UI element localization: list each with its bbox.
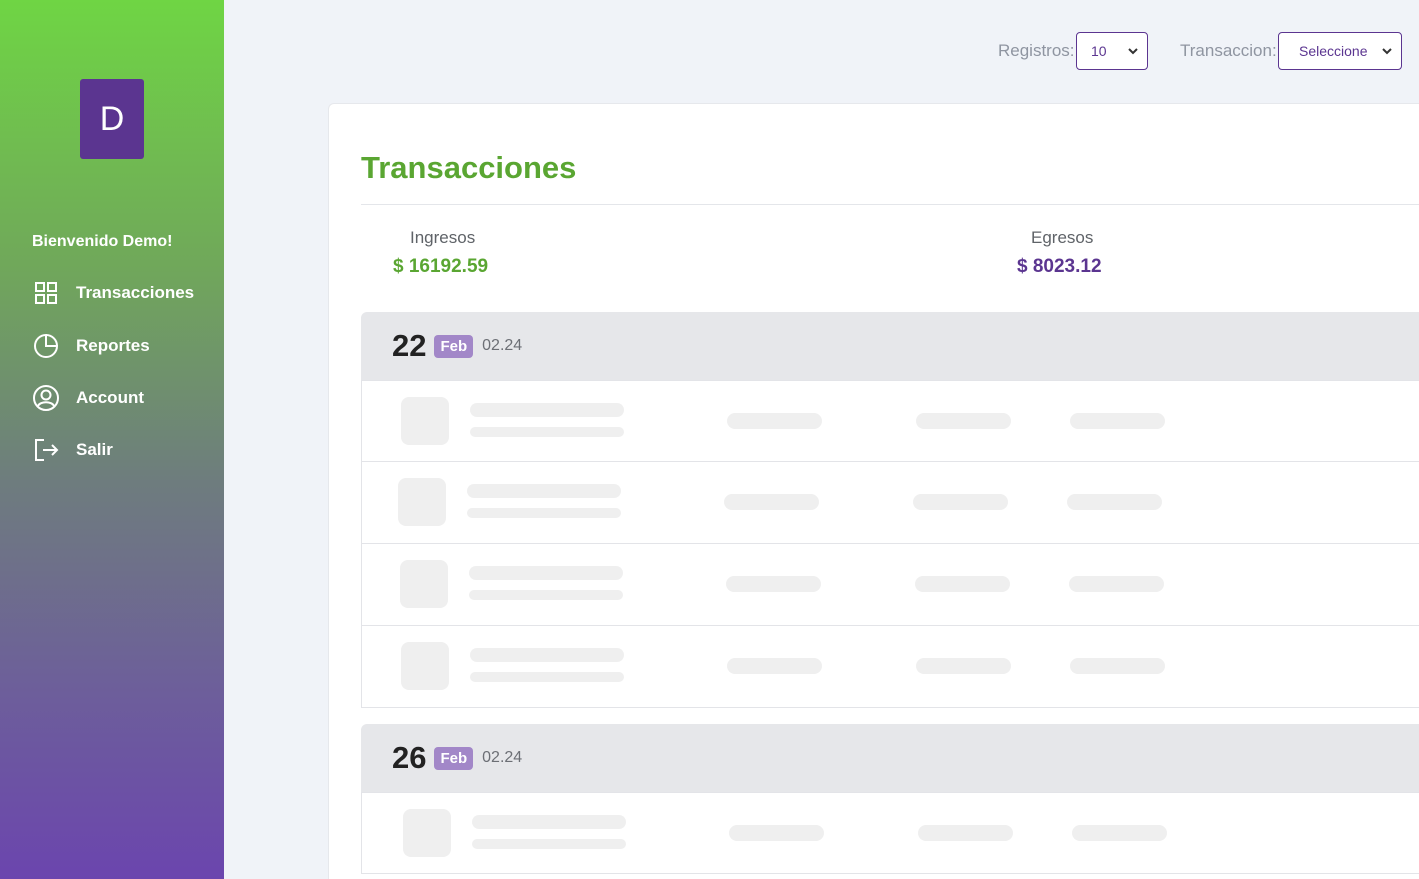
egresos-value: $ 8023.12 <box>1017 256 1102 277</box>
registros-value: 10 <box>1091 43 1107 59</box>
skeleton-pill <box>1070 413 1165 429</box>
nav-item-account[interactable]: Account <box>32 384 144 412</box>
registros-label: Registros: <box>998 41 1075 60</box>
skeleton-line <box>467 508 621 518</box>
skeleton-pill <box>913 494 1008 510</box>
transaction-row-loading <box>361 462 1419 544</box>
date-group-header: 22 Feb 02.24 <box>361 312 1419 380</box>
user-avatar-logo[interactable]: D <box>80 79 144 159</box>
registros-select[interactable]: 10 <box>1076 32 1148 70</box>
skeleton-pill <box>1067 494 1162 510</box>
skeleton-line <box>470 427 624 437</box>
date-day: 22 <box>392 328 427 363</box>
transaction-row-loading <box>361 380 1419 462</box>
pie-chart-icon <box>32 332 60 360</box>
date-year: 02.24 <box>482 337 523 354</box>
skeleton-pill <box>727 413 822 429</box>
grid-icon <box>32 279 60 307</box>
nav-item-reportes[interactable]: Reportes <box>32 332 150 360</box>
skeleton-line <box>470 648 624 662</box>
transaccion-label: Transaccion: <box>1180 41 1277 60</box>
skeleton-icon <box>398 478 446 526</box>
ingresos-value: $ 16192.59 <box>393 256 489 277</box>
transaction-row-loading <box>361 792 1419 874</box>
skeleton-pill <box>918 825 1013 841</box>
skeleton-pill <box>915 576 1010 592</box>
month-badge: Feb <box>434 746 474 770</box>
transaccion-select[interactable]: Seleccione <box>1278 32 1402 70</box>
user-circle-icon <box>32 384 60 412</box>
skeleton-line <box>472 839 626 849</box>
date-year: 02.24 <box>482 749 523 766</box>
transaction-row-loading <box>361 544 1419 626</box>
skeleton-pill <box>724 494 819 510</box>
chevron-down-icon <box>1382 48 1392 55</box>
skeleton-icon <box>401 642 449 690</box>
skeleton-line <box>467 484 621 498</box>
skeleton-line <box>470 403 624 417</box>
divider <box>361 204 1419 205</box>
skeleton-line <box>469 590 623 600</box>
month-badge: Feb <box>434 334 474 358</box>
skeleton-pill <box>1072 825 1167 841</box>
date-day: 26 <box>392 740 427 775</box>
transaccion-value: Seleccione <box>1299 43 1368 59</box>
welcome-text: Bienvenido Demo! <box>32 233 173 250</box>
egresos-label: Egresos <box>1031 228 1094 247</box>
nav-item-label: Transacciones <box>76 283 195 302</box>
skeleton-pill <box>729 825 824 841</box>
skeleton-pill <box>1070 658 1165 674</box>
nav-item-salir[interactable]: Salir <box>32 436 113 464</box>
skeleton-icon <box>400 560 448 608</box>
nav-item-label: Reportes <box>76 336 150 355</box>
transaction-row-loading <box>361 626 1419 708</box>
nav-item-label: Salir <box>76 440 113 459</box>
nav-item-transacciones[interactable]: Transacciones <box>32 279 194 307</box>
skeleton-line <box>469 566 623 580</box>
page-title: Transacciones <box>361 150 577 185</box>
logout-icon <box>32 436 60 464</box>
date-group-header: 26 Feb 02.24 <box>361 724 1419 792</box>
skeleton-line <box>472 815 626 829</box>
sidebar: D Bienvenido Demo! Transacciones Reporte… <box>0 0 224 879</box>
skeleton-icon <box>403 809 451 857</box>
ingresos-label: Ingresos <box>410 228 476 247</box>
skeleton-line <box>470 672 624 682</box>
chevron-down-icon <box>1128 48 1138 55</box>
skeleton-pill <box>726 576 821 592</box>
avatar-letter: D <box>99 99 125 138</box>
skeleton-icon <box>401 397 449 445</box>
skeleton-pill <box>1069 576 1164 592</box>
skeleton-pill <box>916 658 1011 674</box>
nav-item-label: Account <box>76 388 144 407</box>
skeleton-pill <box>916 413 1011 429</box>
skeleton-pill <box>727 658 822 674</box>
